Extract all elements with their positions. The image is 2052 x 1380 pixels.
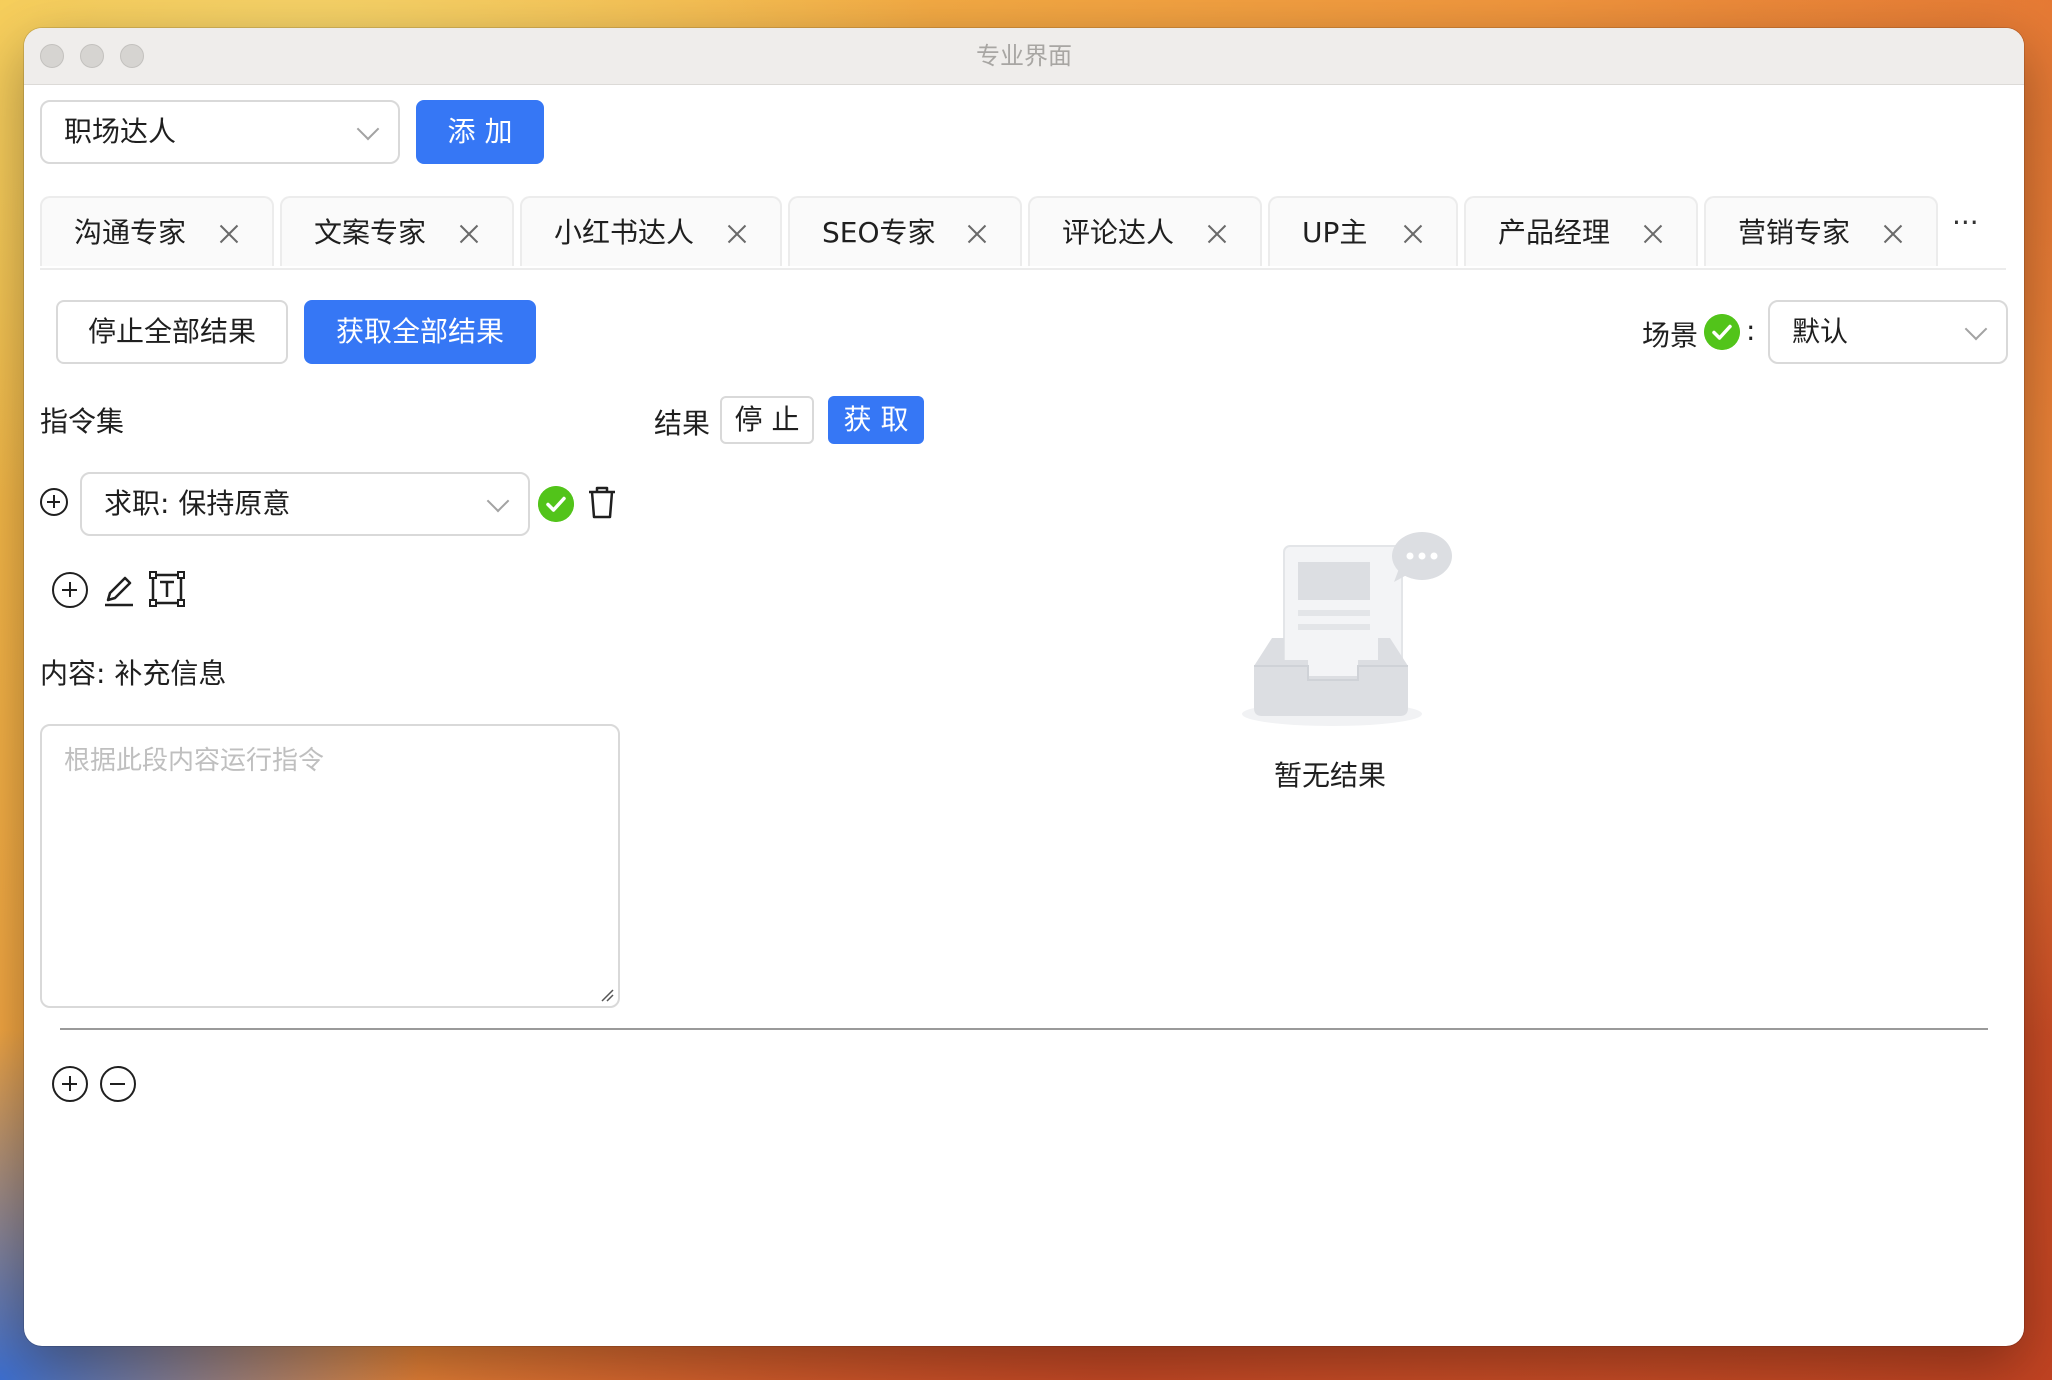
close-icon[interactable] [1208,225,1226,243]
empty-result-text: 暂无结果 [1274,759,1387,792]
content-textarea[interactable]: 根据此段内容运行指令 [40,724,620,1008]
content-label: 内容: 补充信息 [40,657,227,690]
add-content-icon[interactable] [52,572,88,608]
title-bar: 专业界面 [24,28,2024,85]
tab-comment-expert[interactable]: 评论达人 [1028,196,1262,266]
chevron-down-icon [486,489,510,513]
tab-xiaohongshu-expert[interactable]: 小红书达人 [520,196,782,266]
role-select[interactable]: 职场达人 [40,100,400,164]
content-placeholder: 根据此段内容运行指令 [64,746,325,776]
scene-select-value: 默认 [1792,315,1849,348]
empty-inbox-icon [1242,532,1452,726]
tab-label: SEO专家 [822,216,936,249]
stop-all-button[interactable]: 停止全部结果 [56,300,288,364]
tab-label: 营销专家 [1738,216,1851,249]
add-button[interactable]: 添 加 [416,100,544,164]
scene-check-icon [1704,314,1740,350]
scene-colon: : [1746,314,1756,347]
close-icon[interactable] [220,225,238,243]
result-fetch-button[interactable]: 获 取 [828,396,924,444]
results-title: 结果 [654,407,711,440]
instruction-check-icon[interactable] [538,486,574,522]
tab-product-manager[interactable]: 产品经理 [1464,196,1698,266]
close-icon[interactable] [460,225,478,243]
tab-seo-expert[interactable]: SEO专家 [788,196,1022,266]
tab-up-master[interactable]: UP主 [1268,196,1458,266]
section-divider [60,1028,1988,1030]
chevron-down-icon [1964,317,1988,341]
app-window: 专业界面 职场达人 添 加 沟通专家 文案专家 小红书达人 SEO专家 评论达人… [24,28,2024,1346]
add-instruction-icon[interactable] [40,488,68,516]
instruction-select[interactable]: 求职: 保持原意 [80,472,530,536]
instruction-select-value: 求职: 保持原意 [104,487,291,520]
remove-section-icon[interactable] [100,1066,136,1102]
chevron-down-icon [356,117,380,141]
close-icon[interactable] [1644,225,1662,243]
scene-select[interactable]: 默认 [1768,300,2008,364]
role-tabs: 沟通专家 文案专家 小红书达人 SEO专家 评论达人 UP主 产品经理 营销专家… [40,196,2006,270]
role-select-value: 职场达人 [64,115,177,148]
tab-label: 文案专家 [314,216,427,249]
tab-copywriting-expert[interactable]: 文案专家 [280,196,514,266]
add-section-icon[interactable] [52,1066,88,1102]
tabs-more-button[interactable]: ··· [1952,206,1979,239]
tab-marketing-expert[interactable]: 营销专家 [1704,196,1938,266]
resize-handle-icon[interactable] [600,988,614,1002]
close-icon[interactable] [968,225,986,243]
tab-label: 产品经理 [1498,216,1611,249]
close-icon[interactable] [1884,225,1902,243]
tab-label: UP主 [1302,216,1368,249]
tab-label: 小红书达人 [554,216,695,249]
edit-icon[interactable] [102,572,136,608]
text-box-icon[interactable] [148,570,186,608]
delete-icon[interactable] [586,484,618,520]
tab-communication-expert[interactable]: 沟通专家 [40,196,274,266]
tab-label: 沟通专家 [74,216,187,249]
close-icon[interactable] [728,225,746,243]
scene-label: 场景 [1642,319,1699,352]
result-stop-button[interactable]: 停 止 [720,396,814,444]
window-title: 专业界面 [976,42,1072,70]
fetch-all-button[interactable]: 获取全部结果 [304,300,536,364]
instructions-title: 指令集 [40,405,125,438]
tab-label: 评论达人 [1062,216,1175,249]
close-icon[interactable] [1404,225,1422,243]
